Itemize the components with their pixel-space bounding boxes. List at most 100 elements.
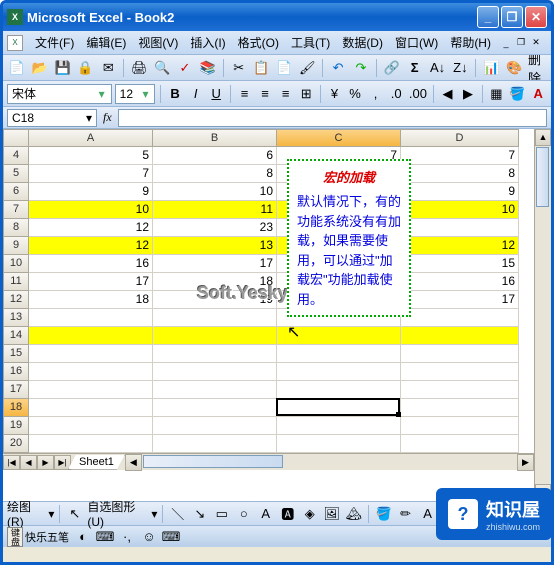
paste-icon[interactable]: 📄: [274, 58, 294, 78]
font-color-icon[interactable]: A: [418, 504, 437, 524]
cell-A10[interactable]: 16: [29, 255, 153, 273]
fill-icon[interactable]: 🪣: [374, 504, 393, 524]
sort-desc-icon[interactable]: Z↓: [450, 58, 470, 78]
cell-B8[interactable]: 23: [153, 219, 277, 237]
diagram-icon[interactable]: ◈: [300, 504, 319, 524]
research-icon[interactable]: 📚: [198, 58, 218, 78]
menu-file[interactable]: 文件(F): [29, 32, 80, 53]
cell-A14[interactable]: [29, 327, 153, 345]
cell-D10[interactable]: 15: [401, 255, 519, 273]
menu-edit[interactable]: 编辑(E): [80, 32, 132, 53]
cell-D17[interactable]: [401, 381, 519, 399]
clipart-icon[interactable]: 🖼: [322, 504, 341, 524]
tab-sheet1[interactable]: Sheet1: [68, 455, 125, 470]
chart-icon[interactable]: 📊: [481, 58, 501, 78]
chevron-down-icon[interactable]: ▾: [86, 111, 92, 125]
inc-indent-icon[interactable]: ▶: [459, 84, 477, 104]
cell-D13[interactable]: [401, 309, 519, 327]
cell-A4[interactable]: 5: [29, 147, 153, 165]
select-all-corner[interactable]: [3, 129, 29, 147]
format-painter-icon[interactable]: 🖌: [297, 58, 317, 78]
row-header-15[interactable]: 15: [3, 345, 29, 363]
row-header-13[interactable]: 13: [3, 309, 29, 327]
cell-A11[interactable]: 17: [29, 273, 153, 291]
wordart-icon[interactable]: 🅰: [278, 504, 297, 524]
mail-icon[interactable]: ✉: [98, 58, 118, 78]
zoom-dd[interactable]: 删除: [527, 58, 547, 78]
minimize-button[interactable]: _: [477, 6, 499, 28]
inc-decimal-icon[interactable]: .0: [387, 84, 405, 104]
row-header-14[interactable]: 14: [3, 327, 29, 345]
draw-menu[interactable]: 绘图(R): [7, 498, 45, 529]
menu-tools[interactable]: 工具(T): [285, 32, 336, 53]
align-center-icon[interactable]: ≡: [256, 84, 274, 104]
cell-C15[interactable]: [277, 345, 401, 363]
doc-close-button[interactable]: ✕: [529, 37, 543, 49]
cell-B17[interactable]: [153, 381, 277, 399]
cell-A12[interactable]: 18: [29, 291, 153, 309]
row-header-16[interactable]: 16: [3, 363, 29, 381]
row-header-12[interactable]: 12: [3, 291, 29, 309]
chevron-down-icon[interactable]: ▾: [138, 87, 152, 101]
cell-B18[interactable]: [153, 399, 277, 417]
italic-icon[interactable]: I: [187, 84, 205, 104]
menu-window[interactable]: 窗口(W): [389, 32, 444, 53]
row-header-7[interactable]: 7: [3, 201, 29, 219]
cell-A6[interactable]: 9: [29, 183, 153, 201]
cell-B4[interactable]: 6: [153, 147, 277, 165]
cell-D11[interactable]: 16: [401, 273, 519, 291]
menu-view[interactable]: 视图(V): [132, 32, 184, 53]
cell-B15[interactable]: [153, 345, 277, 363]
doc-restore-button[interactable]: ❐: [514, 37, 528, 49]
cell-D14[interactable]: [401, 327, 519, 345]
autoshape-menu[interactable]: 自选图形(U): [87, 498, 148, 529]
rect-icon[interactable]: ▭: [212, 504, 231, 524]
cell-A5[interactable]: 7: [29, 165, 153, 183]
row-header-11[interactable]: 11: [3, 273, 29, 291]
cell-D20[interactable]: [401, 435, 519, 453]
cell-C16[interactable]: [277, 363, 401, 381]
font-color-icon[interactable]: A: [529, 84, 547, 104]
cell-A20[interactable]: [29, 435, 153, 453]
currency-icon[interactable]: ¥: [326, 84, 344, 104]
chevron-down-icon[interactable]: ▾: [95, 87, 109, 101]
col-header-A[interactable]: A: [29, 129, 153, 147]
cell-B11[interactable]: 18: [153, 273, 277, 291]
cell-A13[interactable]: [29, 309, 153, 327]
ime-btn5[interactable]: ⌨: [161, 527, 181, 547]
font-combo[interactable]: 宋体 ▾: [7, 84, 112, 104]
cell-A17[interactable]: [29, 381, 153, 399]
maximize-button[interactable]: ❐: [501, 6, 523, 28]
row-header-20[interactable]: 20: [3, 435, 29, 453]
cell-D16[interactable]: [401, 363, 519, 381]
arrow-icon[interactable]: ↘: [190, 504, 209, 524]
row-header-19[interactable]: 19: [3, 417, 29, 435]
cell-A15[interactable]: [29, 345, 153, 363]
tab-last-button[interactable]: ▶|: [54, 455, 71, 470]
link-icon[interactable]: 🔗: [382, 58, 402, 78]
doc-min-button[interactable]: _: [499, 37, 513, 49]
cell-C18[interactable]: [277, 399, 401, 417]
menu-help[interactable]: 帮助(H): [444, 32, 497, 53]
new-icon[interactable]: 📄: [7, 58, 27, 78]
menu-format[interactable]: 格式(O): [232, 32, 285, 53]
line-color-icon[interactable]: ✏: [396, 504, 415, 524]
print-icon[interactable]: 🖨: [129, 58, 149, 78]
col-header-C[interactable]: C: [277, 129, 401, 147]
line-icon[interactable]: ＼: [168, 504, 187, 524]
cell-D4[interactable]: 7: [401, 147, 519, 165]
cell-D7[interactable]: 10: [401, 201, 519, 219]
dec-decimal-icon[interactable]: .00: [408, 84, 428, 104]
ime-indicator[interactable]: 键盘: [7, 527, 23, 547]
doc-icon[interactable]: X: [7, 35, 23, 51]
cell-C17[interactable]: [277, 381, 401, 399]
undo-icon[interactable]: ↶: [328, 58, 348, 78]
tab-next-button[interactable]: ▶: [37, 455, 54, 470]
row-header-9[interactable]: 9: [3, 237, 29, 255]
drawing-icon[interactable]: 🎨: [504, 58, 524, 78]
row-header-4[interactable]: 4: [3, 147, 29, 165]
cell-B10[interactable]: 17: [153, 255, 277, 273]
preview-icon[interactable]: 🔍: [152, 58, 172, 78]
menu-data[interactable]: 数据(D): [336, 32, 389, 53]
cell-A8[interactable]: 12: [29, 219, 153, 237]
